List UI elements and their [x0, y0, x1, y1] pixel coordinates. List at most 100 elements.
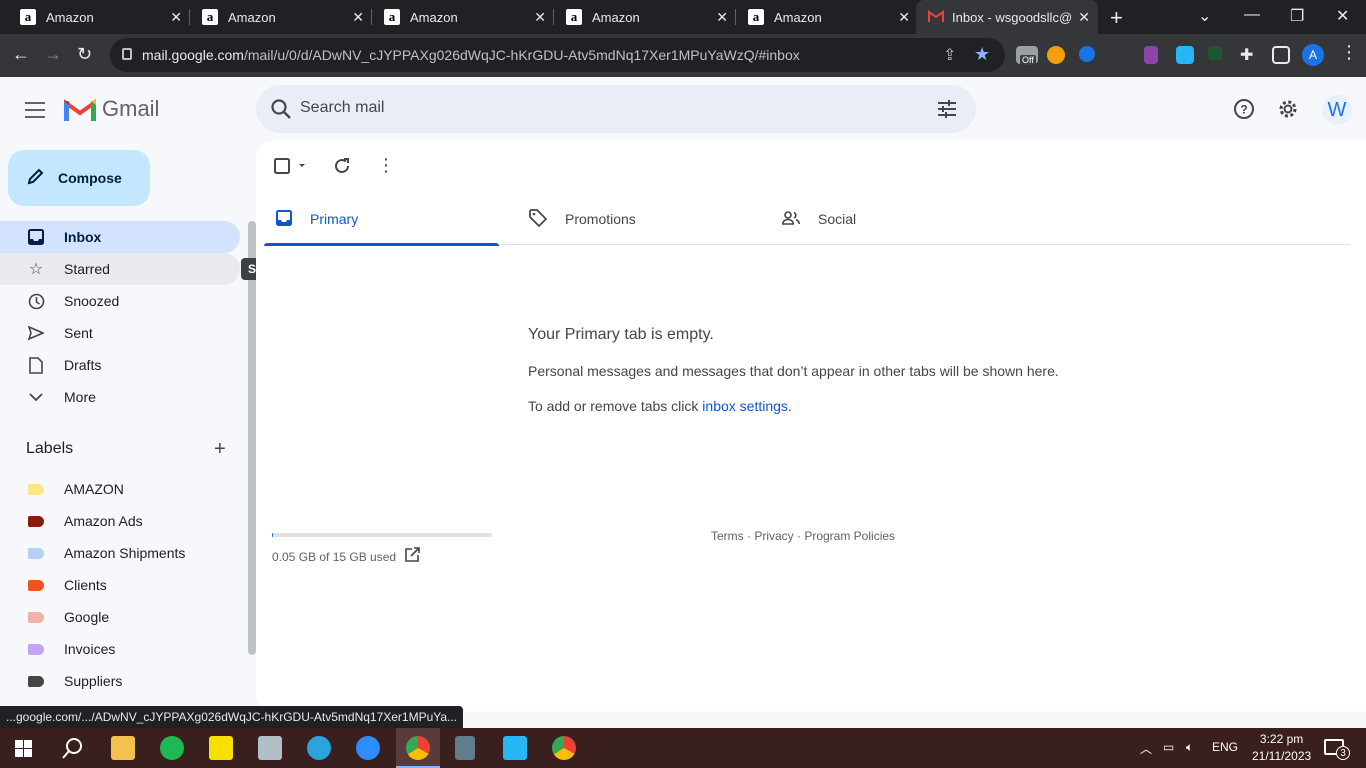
search-options-icon[interactable]: [936, 99, 958, 124]
sidebar-item-drafts[interactable]: Drafts: [0, 349, 240, 381]
extension-icon[interactable]: [1079, 46, 1095, 62]
sidebar-item-sent[interactable]: Sent: [0, 317, 240, 349]
sidebar-item-inbox[interactable]: Inbox: [0, 221, 240, 253]
close-tab-icon[interactable]: ✕: [352, 9, 364, 26]
bookmark-star-icon[interactable]: ★: [974, 44, 990, 65]
empty-state-hint: To add or remove tabs click inbox settin…: [528, 398, 792, 414]
side-panel-icon[interactable]: [1272, 46, 1290, 64]
label-item[interactable]: Suppliers: [0, 665, 185, 697]
browser-tab[interactable]: a Amazon ✕: [546, 0, 736, 34]
close-tab-icon[interactable]: ✕: [898, 9, 910, 26]
spotify-icon[interactable]: [160, 736, 184, 760]
more-options-icon[interactable]: ⋮: [377, 155, 395, 176]
label-item[interactable]: Invoices: [0, 633, 185, 665]
sidebar-item-label: Starred: [64, 261, 110, 277]
tab-label: Social: [818, 211, 857, 227]
extension-icon[interactable]: [1176, 46, 1194, 64]
tab-promotions[interactable]: Promotions: [517, 193, 752, 245]
label-item[interactable]: Clients: [0, 569, 185, 601]
extension-icon[interactable]: [1208, 46, 1222, 60]
sidebar-item-snoozed[interactable]: Snoozed: [0, 285, 240, 317]
tab-search-icon[interactable]: ⌄: [1198, 6, 1211, 26]
amazon-favicon-icon: a: [202, 9, 218, 25]
browser-tab[interactable]: a Amazon ✕: [728, 0, 918, 34]
close-tab-icon[interactable]: ✕: [534, 9, 546, 26]
chrome-icon[interactable]: [552, 736, 576, 760]
search-icon[interactable]: [62, 737, 84, 764]
create-label-icon[interactable]: +: [214, 438, 226, 461]
clock-date: 21/11/2023: [1252, 749, 1312, 763]
label-item[interactable]: AMAZON: [0, 473, 185, 505]
browser-tab[interactable]: a Amazon ✕: [364, 0, 554, 34]
minimize-icon[interactable]: —: [1244, 6, 1260, 24]
external-link-icon[interactable]: [404, 547, 420, 568]
inbox-settings-link[interactable]: inbox settings: [702, 398, 788, 414]
zoom-icon[interactable]: [356, 736, 380, 760]
lock-icon: [122, 48, 132, 60]
close-tab-icon[interactable]: ✕: [170, 9, 182, 26]
close-tab-icon[interactable]: ✕: [716, 9, 728, 26]
select-all-checkbox[interactable]: [274, 157, 308, 180]
help-icon[interactable]: ?: [1233, 98, 1255, 120]
sidebar-scrollbar[interactable]: [248, 221, 256, 655]
calculator-icon[interactable]: [455, 736, 475, 760]
gmail-wordmark: Gmail: [102, 96, 160, 121]
search-input[interactable]: Search mail: [300, 99, 384, 117]
extension-icon[interactable]: Off: [1016, 46, 1038, 65]
chrome-icon[interactable]: [406, 736, 430, 760]
search-icon[interactable]: [270, 98, 292, 125]
share-icon[interactable]: ⇪: [943, 45, 956, 65]
sidebar-item-more[interactable]: More: [0, 381, 240, 413]
label-item[interactable]: Google: [0, 601, 185, 633]
back-icon[interactable]: ←: [12, 44, 30, 65]
sticky-notes-icon[interactable]: [209, 736, 233, 760]
browser-tab[interactable]: a Amazon ✕: [0, 0, 190, 34]
network-icon[interactable]: ▭: [1163, 740, 1174, 754]
label-item[interactable]: Amazon Shipments: [0, 537, 185, 569]
language-indicator[interactable]: ENG: [1212, 740, 1238, 754]
refresh-icon[interactable]: [333, 157, 351, 180]
tab-primary[interactable]: Primary: [264, 193, 499, 246]
profile-avatar[interactable]: A: [1302, 44, 1324, 66]
extension-icon[interactable]: [1047, 46, 1065, 64]
footer-links[interactable]: Terms · Privacy · Program Policies: [711, 529, 895, 543]
empty-state-title: Your Primary tab is empty.: [528, 326, 714, 343]
account-avatar[interactable]: W: [1322, 95, 1352, 125]
reload-icon[interactable]: ↻: [77, 44, 92, 65]
app-icon[interactable]: [503, 736, 527, 760]
compose-button[interactable]: Compose: [8, 150, 150, 206]
sidebar-item-starred[interactable]: ☆ Starred: [0, 253, 240, 285]
tray-overflow-icon[interactable]: ︿: [1140, 740, 1152, 757]
settings-gear-icon[interactable]: [1277, 98, 1299, 120]
extension-icon[interactable]: [1112, 46, 1130, 64]
storage-usage-fill: [272, 533, 273, 537]
extension-icon[interactable]: [1144, 46, 1158, 64]
close-tab-icon[interactable]: ✕: [1078, 9, 1090, 26]
label-tag-icon: [28, 547, 44, 559]
forward-icon[interactable]: →: [44, 44, 62, 65]
tab-social[interactable]: Social: [770, 193, 1005, 245]
restore-icon[interactable]: ❐: [1290, 6, 1304, 26]
browser-menu-icon[interactable]: ⋮: [1340, 42, 1358, 63]
gmail-logo[interactable]: Gmail: [64, 96, 159, 122]
volume-icon[interactable]: 🔈︎: [1186, 740, 1193, 755]
tag-icon: [529, 208, 548, 230]
label-item[interactable]: Amazon Ads: [0, 505, 185, 537]
app-icon[interactable]: [258, 736, 282, 760]
clock-icon: [26, 293, 46, 310]
file-explorer-icon[interactable]: [111, 736, 135, 760]
browser-tab[interactable]: a Amazon ✕: [182, 0, 372, 34]
telegram-icon[interactable]: [307, 736, 331, 760]
puzzle-extensions-icon[interactable]: ✚: [1240, 45, 1253, 65]
close-window-icon[interactable]: ✕: [1336, 6, 1349, 26]
main-menu-icon[interactable]: [25, 102, 45, 123]
browser-tab-active[interactable]: Inbox - wsgoodsllc@ ✕: [916, 0, 1098, 34]
windows-start-icon[interactable]: [15, 740, 32, 762]
search-bar[interactable]: Search mail: [256, 85, 976, 133]
tab-label: Primary: [310, 211, 359, 227]
notification-center-icon[interactable]: 3: [1324, 739, 1350, 760]
tab-title: Amazon: [774, 9, 822, 25]
address-bar[interactable]: mail.google.com/mail/u/0/d/ADwNV_cJYPPAX…: [110, 38, 1005, 72]
taskbar-clock[interactable]: 3:22 pm 21/11/2023: [1252, 731, 1311, 765]
new-tab-icon[interactable]: +: [1110, 5, 1123, 31]
